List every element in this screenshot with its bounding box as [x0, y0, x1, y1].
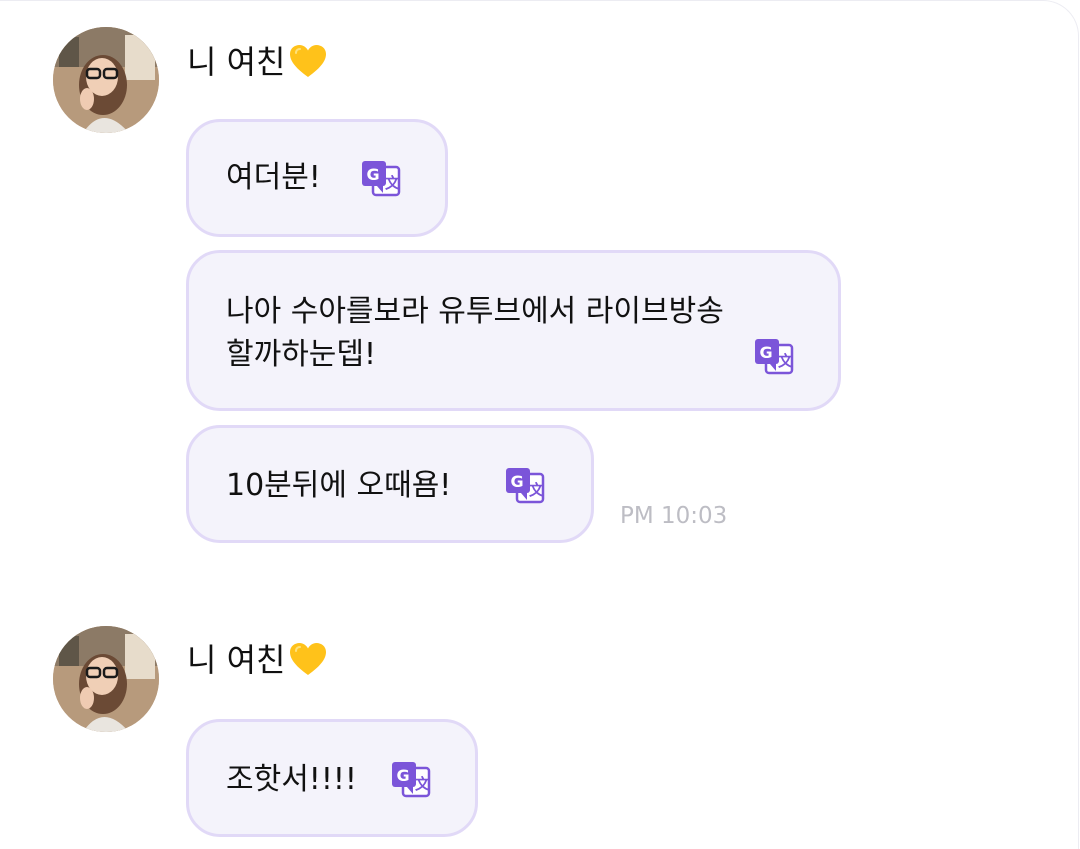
translate-icon[interactable]: 文 G: [503, 464, 547, 508]
svg-text:文: 文: [778, 352, 794, 370]
svg-text:G: G: [760, 343, 773, 362]
avatar-image: [53, 27, 159, 133]
message-bubble[interactable]: 나아 수아를보라 유투브에서 라이브방송 할까하눈뎁! 文 G: [186, 250, 841, 411]
avatar-image: [53, 626, 159, 732]
sender-name-row: 니 여친: [187, 42, 328, 82]
yellow-heart-icon: [289, 643, 326, 675]
chat-screen: 니 여친 여더분! 文 G 나아 수아를보라 유투브에서 라이브방송 할까하눈뎁…: [0, 0, 1080, 849]
sender-name: 니 여친: [187, 641, 286, 679]
message-bubble[interactable]: 조핫서!!!! 文 G: [186, 719, 478, 837]
sender-name: 니 여친: [187, 43, 286, 81]
avatar[interactable]: [53, 626, 159, 732]
translate-icon[interactable]: 文 G: [752, 335, 796, 379]
svg-text:G: G: [367, 165, 380, 184]
svg-text:G: G: [511, 472, 524, 491]
message-text: 여더분!: [226, 160, 321, 195]
message-timestamp: PM 10:03: [620, 503, 728, 529]
svg-text:G: G: [397, 766, 410, 785]
yellow-heart-icon: [289, 45, 326, 77]
svg-text:文: 文: [415, 775, 431, 793]
sender-name-row: 니 여친: [187, 640, 328, 680]
translate-icon[interactable]: 文 G: [389, 758, 433, 802]
message-bubble[interactable]: 여더분! 文 G: [186, 119, 448, 237]
message-text: 나아 수아를보라 유투브에서 라이브방송 할까하눈뎁!: [226, 294, 724, 372]
message-text: 조핫서!!!!: [226, 762, 357, 797]
svg-text:文: 文: [529, 481, 545, 499]
translate-icon[interactable]: 文 G: [359, 157, 403, 201]
avatar[interactable]: [53, 27, 159, 133]
message-text: 10분뒤에 오때욤!: [226, 468, 452, 503]
message-bubble[interactable]: 10분뒤에 오때욤! 文 G: [186, 425, 594, 543]
svg-text:文: 文: [385, 174, 401, 192]
